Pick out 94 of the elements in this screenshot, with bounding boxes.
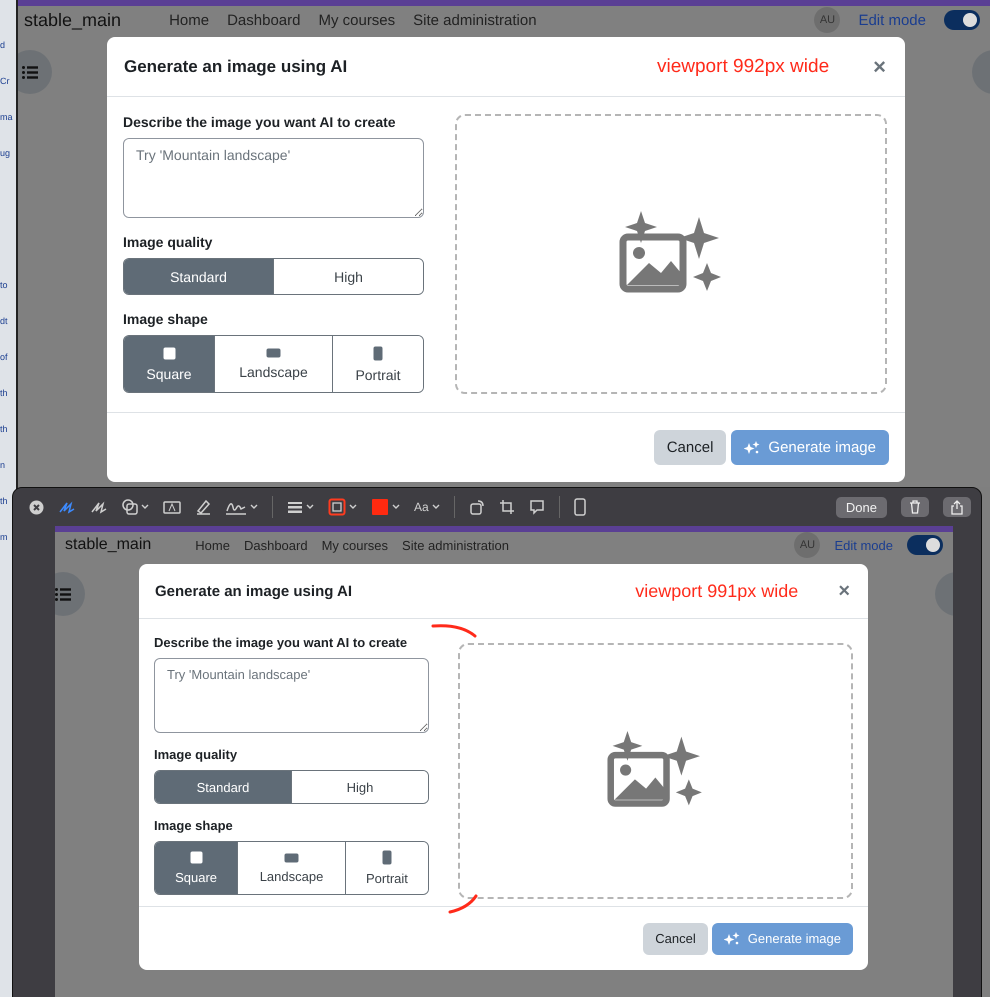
edit-mode-label: Edit mode — [834, 538, 893, 552]
crop-icon[interactable] — [498, 499, 515, 515]
close-button[interactable]: × — [836, 580, 852, 602]
field-label: Describe the image you want AI to create — [123, 114, 397, 130]
text-fragment: ma — [0, 112, 14, 122]
phone-icon — [382, 850, 392, 865]
text-fragment: ug — [0, 148, 12, 158]
text-fragment: th — [0, 424, 9, 434]
landscape-rect-icon — [266, 348, 281, 358]
text-fragment: dt — [0, 316, 9, 326]
edit-mode-toggle[interactable] — [944, 10, 980, 30]
caret-icon — [306, 504, 314, 510]
close-icon[interactable] — [29, 500, 44, 514]
field-label: Image shape — [123, 311, 209, 327]
dialog-title: Generate an image using AI — [124, 56, 348, 76]
list-icon — [22, 66, 38, 78]
square-icon — [162, 346, 176, 360]
text-fragment: m — [0, 532, 8, 542]
line-weight-dropdown[interactable] — [287, 501, 314, 513]
quality-option[interactable]: High — [291, 771, 428, 803]
shape-option[interactable]: Square — [124, 336, 214, 392]
phone-icon — [373, 346, 383, 360]
nav-link[interactable]: Site administration — [413, 12, 537, 28]
shape-option[interactable]: Portrait — [332, 336, 423, 392]
font-button[interactable]: Aa — [414, 500, 440, 514]
nav-link[interactable]: Home — [169, 12, 210, 28]
shape-option[interactable]: Portrait — [344, 842, 428, 894]
line-weight-icon — [287, 501, 303, 513]
nav-link[interactable]: Dashboard — [227, 12, 300, 28]
shape-option[interactable]: Square — [155, 842, 238, 894]
dialog-title: Generate an image using AI — [155, 582, 353, 600]
share-icon[interactable] — [943, 497, 971, 517]
pen-icon[interactable] — [58, 500, 76, 514]
text-fragment: n — [0, 460, 6, 470]
field-label: Image quality — [123, 234, 214, 250]
close-button[interactable]: × — [871, 54, 888, 80]
sparkle-icon — [724, 932, 740, 946]
edit-mode-label: Edit mode — [858, 12, 926, 28]
rotate-icon[interactable] — [468, 499, 485, 515]
caret-icon — [250, 504, 258, 510]
shapes-dropdown[interactable] — [122, 499, 149, 515]
generate-button[interactable]: Generate image — [712, 922, 853, 954]
trash-icon[interactable] — [901, 497, 929, 517]
annotation-stroke — [431, 622, 479, 638]
field-label: Image shape — [154, 818, 234, 833]
text-fragment: to — [0, 280, 9, 290]
scribble-icon[interactable] — [90, 500, 108, 514]
prompt-field[interactable]: Try 'Mountain landscape' — [154, 658, 429, 733]
nav-link[interactable]: Dashboard — [244, 538, 308, 552]
generate-button[interactable]: Generate image — [731, 430, 889, 465]
edit-mode-toggle[interactable] — [907, 535, 943, 555]
list-icon — [55, 588, 71, 600]
prompt-field[interactable]: Try 'Mountain landscape' — [123, 138, 424, 218]
fill-color-dropdown[interactable] — [371, 498, 400, 516]
user-avatar[interactable]: AU — [794, 532, 820, 558]
text-fragment: Cr — [0, 76, 10, 86]
nav-link[interactable]: My courses — [318, 12, 396, 28]
phone-icon[interactable] — [574, 498, 586, 516]
quality-option[interactable]: Standard — [155, 771, 291, 803]
border-color-dropdown[interactable] — [328, 498, 357, 516]
caret-icon — [141, 504, 149, 510]
border-color-icon — [328, 498, 346, 516]
annotation-text: viewport 991px wide — [635, 580, 798, 602]
field-label: Image quality — [154, 747, 238, 762]
user-avatar[interactable]: AU — [814, 7, 840, 33]
highlighter-icon[interactable] — [195, 499, 211, 515]
site-name[interactable]: stable_main — [24, 10, 122, 30]
annotation-stroke — [448, 894, 480, 914]
square-icon — [190, 851, 203, 864]
caret-icon — [392, 504, 400, 510]
text-fragment: of — [0, 352, 9, 362]
nav-link[interactable]: Home — [195, 538, 230, 552]
caret-icon — [349, 504, 357, 510]
annotation-text: viewport 992px wide — [656, 56, 830, 78]
text-fragment: th — [0, 388, 9, 398]
speech-bubble-icon[interactable] — [528, 499, 545, 515]
cancel-button[interactable]: Cancel — [643, 922, 708, 954]
cancel-button[interactable]: Cancel — [654, 430, 726, 465]
nav-link[interactable]: My courses — [322, 538, 388, 552]
quality-option[interactable]: High — [273, 259, 423, 294]
site-name[interactable]: stable_main — [65, 536, 152, 554]
shapes-icon — [122, 499, 138, 515]
caret-icon — [432, 504, 440, 510]
drawer-button[interactable] — [18, 50, 52, 94]
text-fragment: th — [0, 496, 9, 506]
sparkle-icon — [744, 440, 760, 454]
quality-option[interactable]: Standard — [124, 259, 273, 294]
nav-link[interactable]: Site administration — [402, 538, 509, 552]
done-button[interactable]: Done — [836, 496, 887, 518]
field-label: Describe the image you want AI to create — [154, 635, 408, 650]
fill-color-icon — [371, 498, 389, 516]
text-box-icon[interactable] — [163, 500, 181, 514]
landscape-rect-icon — [284, 852, 299, 862]
text-fragment: d — [0, 40, 6, 50]
